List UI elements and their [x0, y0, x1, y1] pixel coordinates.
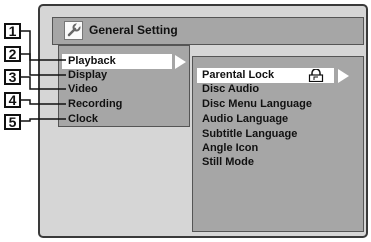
- callout-leader-lines: [21, 30, 66, 122]
